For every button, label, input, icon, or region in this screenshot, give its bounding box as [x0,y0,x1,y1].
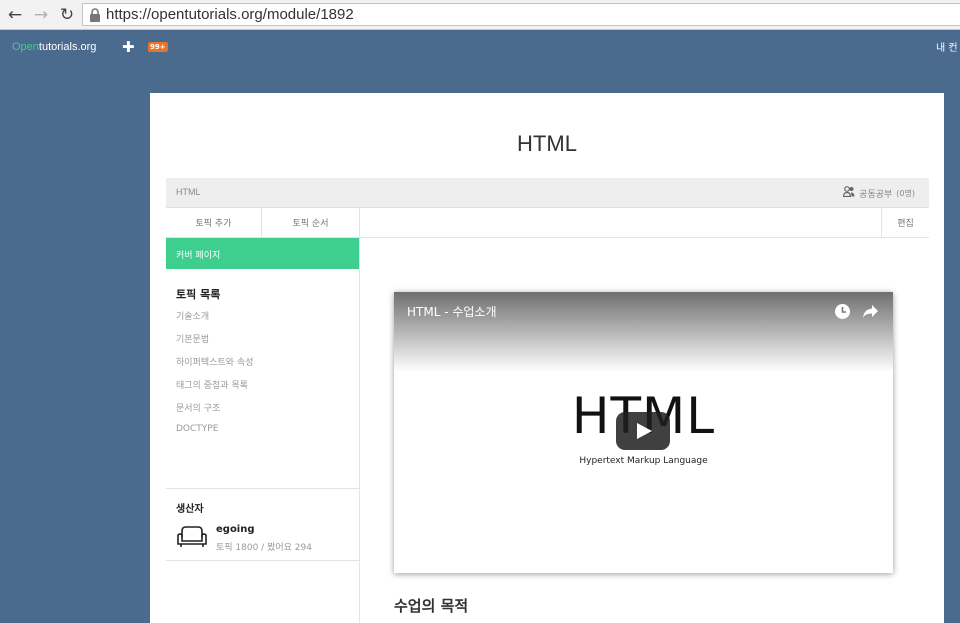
module-card: HTML HTML 공동공부 (0명) 토픽 추가 토픽 순서 편집 커버 페이… [150,93,944,623]
cover-page-item[interactable]: 커버 페이지 [166,238,359,269]
study-label: 공동공부 [859,189,893,200]
sofa-icon [176,524,208,552]
topic-order-button[interactable]: 토픽 순서 [262,208,360,237]
forward-icon[interactable]: → [30,4,52,26]
share-icon[interactable] [862,303,879,324]
logo-open: Open [12,41,39,53]
video-title[interactable]: HTML - 수업소개 [407,303,497,320]
add-topic-button[interactable]: 토픽 추가 [166,208,262,237]
video-player[interactable]: HTML - 수업소개 HTML Hypertext Markup Langua… [394,292,893,573]
clock-icon[interactable] [834,303,851,324]
topic-item[interactable]: 문서의 구조 [176,401,253,424]
breadcrumb[interactable]: HTML [176,187,201,197]
breadcrumb-bar: HTML 공동공부 (0명) [166,178,929,208]
topic-item[interactable]: 태그의 중첩과 목록 [176,378,253,401]
browser-toolbar: ← → ↻ https://opentutorials.org/module/1… [0,0,960,30]
study-count: (0명) [896,188,915,198]
divider [166,488,359,489]
notification-badge[interactable]: 99+ [148,42,168,52]
topic-item[interactable]: DOCTYPE [176,424,253,447]
address-bar[interactable]: https://opentutorials.org/module/1892 [82,3,960,26]
site-logo[interactable]: Opentutorials.org [12,41,96,53]
study-together[interactable]: 공동공부 (0명) [843,186,915,200]
people-icon [843,186,855,200]
url-path: /module/1892 [262,6,354,23]
section-title: 수업의 목적 [394,597,469,615]
topic-item[interactable]: 하이퍼텍스트와 속성 [176,355,253,378]
logo-rest: tutorials.org [38,41,97,53]
topic-list: 기술소개 기본문법 하이퍼텍스트와 속성 태그의 중첩과 목록 문서의 구조 D… [176,309,253,447]
author-name[interactable]: egoing [216,524,255,535]
plus-icon[interactable]: ✚ [122,38,135,56]
sidebar: 커버 페이지 토픽 목록 기술소개 기본문법 하이퍼텍스트와 속성 태그의 중첩… [166,238,360,623]
edit-button[interactable]: 편집 [881,208,929,237]
reload-icon[interactable]: ↻ [56,4,78,26]
url-scheme: https:// [106,6,152,23]
topic-toolbar: 토픽 추가 토픽 순서 편집 [166,208,929,238]
play-button[interactable] [616,412,670,450]
topic-item[interactable]: 기술소개 [176,309,253,332]
url-host: opentutorials.org [151,6,263,23]
my-content-link[interactable]: 내 컨 [936,39,958,54]
divider [166,560,359,561]
author-stats: 토픽 1800 / 봤어요 294 [216,543,312,553]
video-subtitle: Hypertext Markup Language [579,456,708,466]
topic-item[interactable]: 기본문법 [176,332,253,355]
creator-heading: 생산자 [176,504,204,515]
lock-icon [89,7,101,22]
page-title: HTML [517,131,577,156]
topics-heading: 토픽 목록 [176,288,221,301]
site-nav: Opentutorials.org ✚ 99+ 내 컨 [0,30,960,64]
back-icon[interactable]: ← [4,4,26,26]
